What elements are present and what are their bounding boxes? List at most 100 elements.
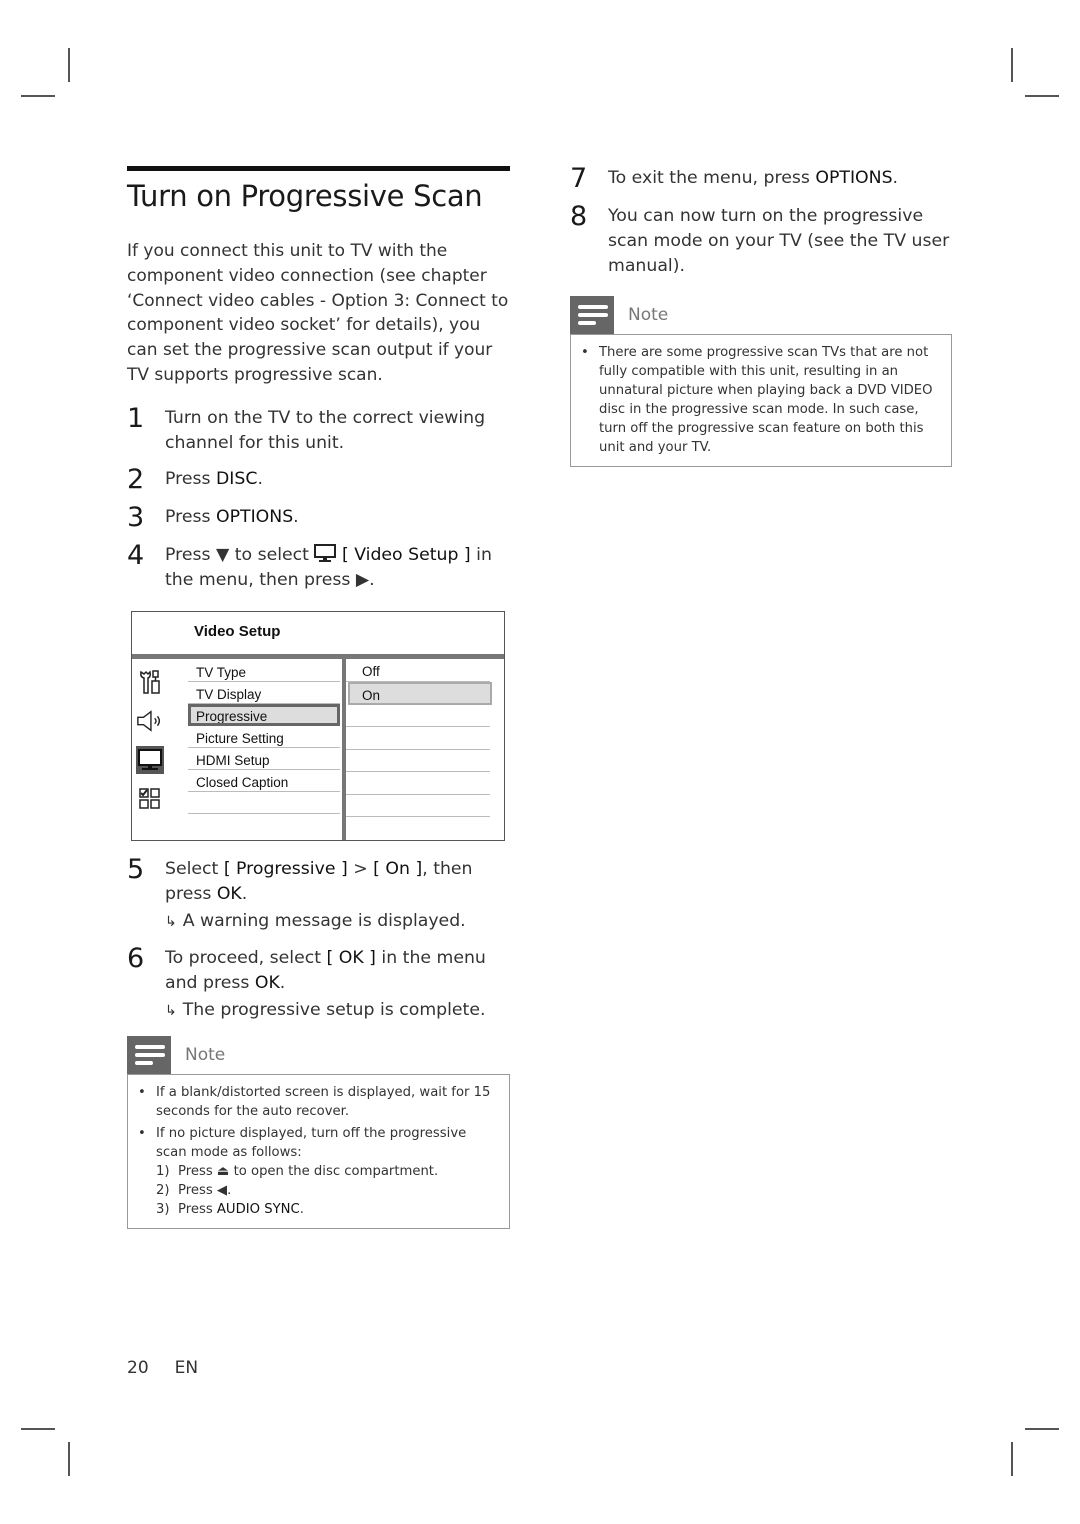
step-number: 6 (127, 943, 145, 975)
menu-option-hdmi-setup[interactable]: HDMI Setup (188, 748, 340, 770)
step-text-part: . (257, 469, 263, 490)
button-name-audio-sync: AUDIO SYNC (216, 1201, 300, 1217)
note-header: Note (570, 296, 952, 335)
menu-name-ok: [ OK ] (326, 948, 376, 969)
crop-mark (68, 1442, 70, 1476)
menu-value-empty (346, 772, 490, 795)
tools-icon[interactable] (136, 668, 164, 696)
step-text: Press OPTIONS. (165, 505, 510, 530)
step-text-part: . (241, 883, 248, 904)
step-number: 3 (127, 502, 145, 534)
menu-option-picture-setting[interactable]: Picture Setting (188, 726, 340, 748)
substep-number: 2) (156, 1182, 170, 1198)
note-body: • There are some progressive scan TVs tha… (570, 334, 952, 468)
menu-name-progressive: [ Progressive ] (223, 858, 348, 879)
step-number: 2 (127, 464, 145, 496)
speaker-icon[interactable] (136, 707, 164, 735)
substep-text: . (299, 1201, 304, 1217)
result-text: A warning message is displayed. (182, 910, 466, 931)
crop-mark (1025, 1428, 1059, 1430)
menu-value-empty (346, 750, 490, 773)
substep-text: . (227, 1182, 232, 1198)
step-text-part: . (369, 570, 375, 591)
result-arrow-icon: ↳ (165, 913, 177, 930)
step-1: 1 Turn on the TV to the correct viewing … (127, 402, 510, 456)
note-substep: 3) Press AUDIO SYNC. (138, 1200, 499, 1219)
note-text: If no picture displayed, turn off the pr… (156, 1125, 467, 1160)
step-6: 6 To proceed, select [ OK ] in the menu … (127, 943, 510, 1023)
step-text-part: Press (165, 469, 216, 490)
step-3: 3 Press OPTIONS. (127, 502, 510, 534)
bullet-icon: • (581, 345, 589, 361)
menu-option-tv-type[interactable]: TV Type (188, 660, 340, 682)
menu-options: TV Type TV Display Progressive Picture S… (188, 660, 340, 814)
crop-mark (21, 95, 55, 97)
eject-icon: ⏏ (216, 1163, 230, 1179)
step-5: 5 Select [ Progressive ] > [ On ], then … (127, 853, 510, 934)
step-text-part: Press (165, 507, 216, 528)
note-substep: 2) Press ◀. (138, 1181, 499, 1200)
tv-monitor-icon (314, 544, 337, 565)
menu-value-off[interactable]: Off (346, 660, 490, 683)
page-footer: 20 EN (127, 1358, 224, 1378)
menu-value-empty (346, 727, 490, 750)
left-column: Turn on Progressive Scan If you connect … (127, 166, 510, 1229)
button-name-ok: OK (254, 973, 280, 994)
step-text-part: . (279, 973, 286, 994)
menu-option-closed-caption[interactable]: Closed Caption (188, 770, 340, 792)
note-bullet: • There are some progressive scan TVs tha… (581, 343, 941, 457)
crop-mark (1011, 1442, 1013, 1476)
note-icon (127, 1035, 171, 1074)
title-rule (127, 166, 510, 171)
menu-header (132, 612, 504, 659)
crop-mark (21, 1428, 55, 1430)
step-text: To proceed, select [ OK ] in the menu an… (165, 946, 510, 1023)
left-arrow-icon: ◀ (216, 1182, 228, 1198)
step-text-part: . (293, 507, 299, 528)
bullet-icon: • (138, 1084, 146, 1100)
step-text-part: > (347, 858, 374, 879)
page-number: 20 (127, 1358, 149, 1378)
menu-title: Video Setup (194, 622, 281, 640)
step-text-part: Press (165, 545, 216, 566)
note-substep: 1) Press ⏏ to open the disc compartment. (138, 1162, 499, 1181)
note-body: • If a blank/distorted screen is displaye… (127, 1073, 510, 1229)
substep-text: to open the disc compartment. (229, 1163, 439, 1179)
menu-name-video-setup: [ Video Setup ] (341, 545, 471, 566)
step-number: 4 (127, 540, 145, 572)
video-setup-menu: Video Setup TV Type TV Display Progressi… (131, 610, 505, 841)
menu-icon-bar (136, 668, 166, 824)
note-text: If a blank/distorted screen is displayed… (156, 1084, 491, 1119)
intro-paragraph: If you connect this unit to TV with the … (127, 241, 509, 385)
preferences-grid-icon[interactable] (136, 785, 164, 813)
substep-text: Press (178, 1201, 217, 1217)
note-label: Note (628, 305, 669, 326)
note-header: Note (127, 1035, 510, 1074)
step-8: 8 You can now turn on the progressive sc… (570, 201, 952, 278)
right-column: 7 To exit the menu, press OPTIONS. 8 You… (570, 163, 952, 468)
step-text: Select [ Progressive ] > [ On ], then pr… (165, 857, 510, 934)
step-7: 7 To exit the menu, press OPTIONS. (570, 163, 952, 194)
step-number: 1 (127, 402, 145, 434)
substep-number: 3) (156, 1201, 170, 1217)
step-number: 8 (570, 201, 588, 232)
result-text: The progressive setup is complete. (182, 999, 486, 1020)
menu-option-progressive[interactable]: Progressive (188, 703, 340, 726)
note-left: Note • If a blank/distorted screen is dis… (127, 1035, 510, 1229)
note-right: Note • There are some progressive scan TV… (570, 296, 952, 468)
note-label: Note (185, 1044, 226, 1065)
crop-mark (68, 48, 70, 82)
menu-option-tv-display[interactable]: TV Display (188, 682, 340, 704)
substep-text: Press (178, 1163, 217, 1179)
step-number: 5 (127, 853, 145, 885)
step-number: 7 (570, 163, 588, 194)
button-name-options: OPTIONS (815, 168, 893, 188)
menu-value-on[interactable]: On (348, 682, 492, 705)
step-text-part: . (892, 168, 899, 188)
page-title: Turn on Progressive Scan (127, 179, 483, 213)
step-text-part: To proceed, select (165, 948, 327, 969)
tv-monitor-icon[interactable] (136, 745, 164, 774)
note-icon (570, 296, 614, 335)
button-name-options: OPTIONS (215, 507, 294, 528)
menu-value-on-ref: [ On ] (373, 858, 423, 879)
